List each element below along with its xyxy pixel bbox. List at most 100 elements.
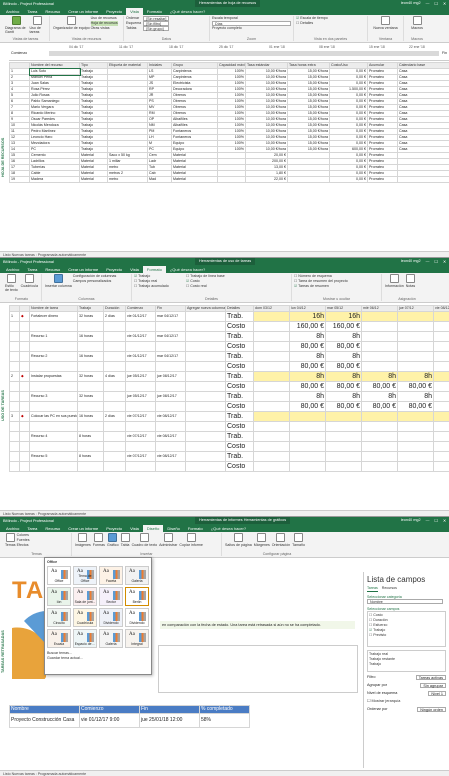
task-usage-row[interactable]: 3 ◆ Colocar las PC en sus puestos 16 horas 2… [9,411,449,422]
task-cell[interactable] [433,351,449,362]
task-cell[interactable]: 80,00 € [325,381,362,392]
task-cell[interactable] [253,371,290,382]
task-cell[interactable]: 8h [289,351,326,362]
group-select[interactable]: [Sin grupo] [143,26,170,31]
task-cell[interactable] [325,421,362,432]
task-cell[interactable]: 80,00 € [397,401,434,412]
resource-cell[interactable]: 19 [9,176,30,183]
task-cell[interactable] [185,401,226,412]
task-cell[interactable] [77,401,104,412]
task-cell[interactable] [9,341,20,352]
task-cell[interactable] [155,341,186,352]
task-cell[interactable] [19,321,30,332]
task-cell[interactable] [9,321,20,332]
task-cell[interactable] [77,341,104,352]
account-name[interactable]: leon40 mg2 [401,1,421,6]
task-cell[interactable] [185,331,226,342]
task-usage-row[interactable]: Recurso 48 horas vie 07/12/17 vie 08/12/17… [9,431,449,442]
task-cell[interactable] [103,361,126,372]
task-cell[interactable] [253,331,290,342]
task-cell[interactable]: mar 04/12/17 [155,311,186,322]
task-cell[interactable] [253,361,290,372]
task-cell[interactable]: 16h [325,311,362,322]
task-cell[interactable]: 16 horas [77,331,104,342]
task-cell[interactable] [397,441,434,452]
new-window-button[interactable]: Nueva ventana [371,16,400,30]
task-cell[interactable] [253,391,290,402]
task-cell[interactable] [19,341,30,352]
timeline[interactable]: 04 dic '17 11 dic '17 18 dic '17 25 dic … [9,43,449,61]
task-cell[interactable] [19,431,30,442]
task-cell[interactable]: 80,00 € [289,341,326,352]
task-cell[interactable] [433,331,449,342]
task-cell[interactable] [103,401,126,412]
resource-cell[interactable]: Mad [147,176,172,183]
tab-vista[interactable]: Vista [126,8,143,15]
task-cell[interactable]: jue 08/12/17 [155,391,186,402]
task-cell[interactable]: 80 [433,441,449,452]
task-cell[interactable] [289,461,326,472]
task-cell[interactable] [103,441,126,452]
task-cell[interactable] [103,461,126,472]
task-cell[interactable] [361,431,398,442]
task-cell[interactable] [289,421,326,432]
task-cell[interactable] [103,321,126,332]
detail-label-cell[interactable]: Trab. [225,451,254,462]
detail-label-cell[interactable]: Costo [225,361,254,372]
task-name-cell[interactable]: Fortalecer dinero [29,311,78,322]
tell-me-box[interactable]: ¿Qué desea hacer? [166,8,209,15]
task-cell[interactable]: 80,00 € [361,401,398,412]
task-cell[interactable]: 8h [289,371,326,382]
close-icon[interactable]: ✕ [443,1,446,6]
task-cell[interactable] [325,441,362,452]
task-cell[interactable] [77,361,104,372]
task-cell[interactable] [397,451,434,462]
theme-thumbnail[interactable]: Aa Escala [47,629,71,648]
task-cell[interactable] [253,411,290,422]
resource-cell[interactable]: Material [171,176,218,183]
task-usage-row[interactable]: 2 ◆ Instalar propuestas 32 horas 4 días jue 0… [9,371,449,382]
task-cell[interactable]: 8 horas [77,431,104,442]
task-cell[interactable] [289,431,326,442]
tab-formato[interactable]: Formato [184,525,207,532]
task-cell[interactable] [125,361,156,372]
filter-select[interactable]: Tareas activas [415,675,446,680]
task-cell[interactable]: 2 días [103,411,126,422]
task-usage-row[interactable]: Recurso 2 16 horas vie 01/12/17 mar 04/12/1… [9,351,449,362]
task-cell[interactable] [361,331,398,342]
category-select[interactable]: Nombre [367,599,443,604]
account-name[interactable]: leon40 mg2 [401,518,421,523]
detail-label-cell[interactable]: Costo [225,381,254,392]
task-cell[interactable] [103,391,126,402]
tab-diseno-grafico[interactable]: Diseño [163,525,183,532]
task-cell[interactable] [397,361,434,372]
task-cell[interactable] [253,421,290,432]
task-cell[interactable]: 4 días [103,371,126,382]
task-cell[interactable]: vie 07/12/17 [125,431,156,442]
actual-cost-checkbox[interactable]: Costo real [186,284,238,289]
task-cell[interactable]: 16h [289,311,326,322]
task-cell[interactable]: jue 05/12/17 [125,391,156,402]
tab-recurso[interactable]: Recurso [41,8,64,15]
task-cell[interactable] [155,401,186,412]
tables-button[interactable]: Tablas [126,26,141,31]
tab-proyecto[interactable]: Proyecto [102,8,126,15]
task-cell[interactable] [155,441,186,452]
task-cell[interactable] [103,451,126,462]
task-cell[interactable]: 80,00 € [325,361,362,372]
task-cell[interactable]: vie 07/12/17 [125,411,156,422]
maximize-icon[interactable]: ☐ [434,259,437,264]
task-name-cell[interactable]: Instalar propuestas [29,371,78,382]
task-cell[interactable] [433,341,449,352]
task-cell[interactable]: 8h [433,431,449,442]
task-cell[interactable]: ◆ [19,371,30,382]
task-usage-row[interactable]: 1 ◆ Fortalecer dinero 32 horas 2 días vie 01/… [9,311,449,322]
task-cell[interactable] [397,341,434,352]
theme-thumbnail[interactable]: Aa Office [47,566,71,585]
theme-thumbnail[interactable]: Aa Integral [125,629,149,648]
field-tab-tasks[interactable]: Tareas [367,586,378,592]
task-cell[interactable] [253,351,290,362]
task-cell[interactable] [433,401,449,412]
task-cell[interactable]: 80,00 € [325,341,362,352]
tab-vista[interactable]: Vista [126,266,143,273]
